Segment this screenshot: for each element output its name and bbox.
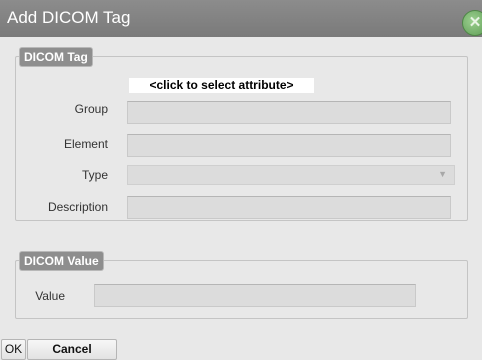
group-input[interactable] — [127, 101, 451, 124]
dicom-tag-legend: DICOM Tag — [20, 48, 92, 66]
cancel-button[interactable]: Cancel — [27, 339, 117, 360]
element-input[interactable] — [127, 134, 451, 157]
chevron-down-icon: ▼ — [438, 169, 447, 179]
type-label: Type — [81, 168, 108, 182]
dialog-titlebar[interactable]: Add DICOM Tag ✕ — [0, 0, 482, 37]
add-dicom-tag-dialog: Add DICOM Tag ✕ DICOM Tag <click to sele… — [0, 0, 482, 360]
ok-button[interactable]: OK — [1, 339, 26, 360]
dialog-title: Add DICOM Tag — [7, 8, 131, 27]
close-icon[interactable]: ✕ — [462, 10, 482, 36]
value-input[interactable] — [94, 284, 416, 307]
element-label: Element — [63, 137, 108, 151]
description-label: Description — [47, 200, 108, 214]
type-select[interactable]: ▼ — [127, 165, 455, 185]
description-input[interactable] — [127, 196, 451, 219]
group-label: Group — [74, 102, 108, 116]
value-label: Value — [35, 289, 65, 303]
select-attribute-button[interactable]: <click to select attribute> — [129, 78, 314, 93]
dicom-value-legend: DICOM Value — [20, 252, 103, 270]
